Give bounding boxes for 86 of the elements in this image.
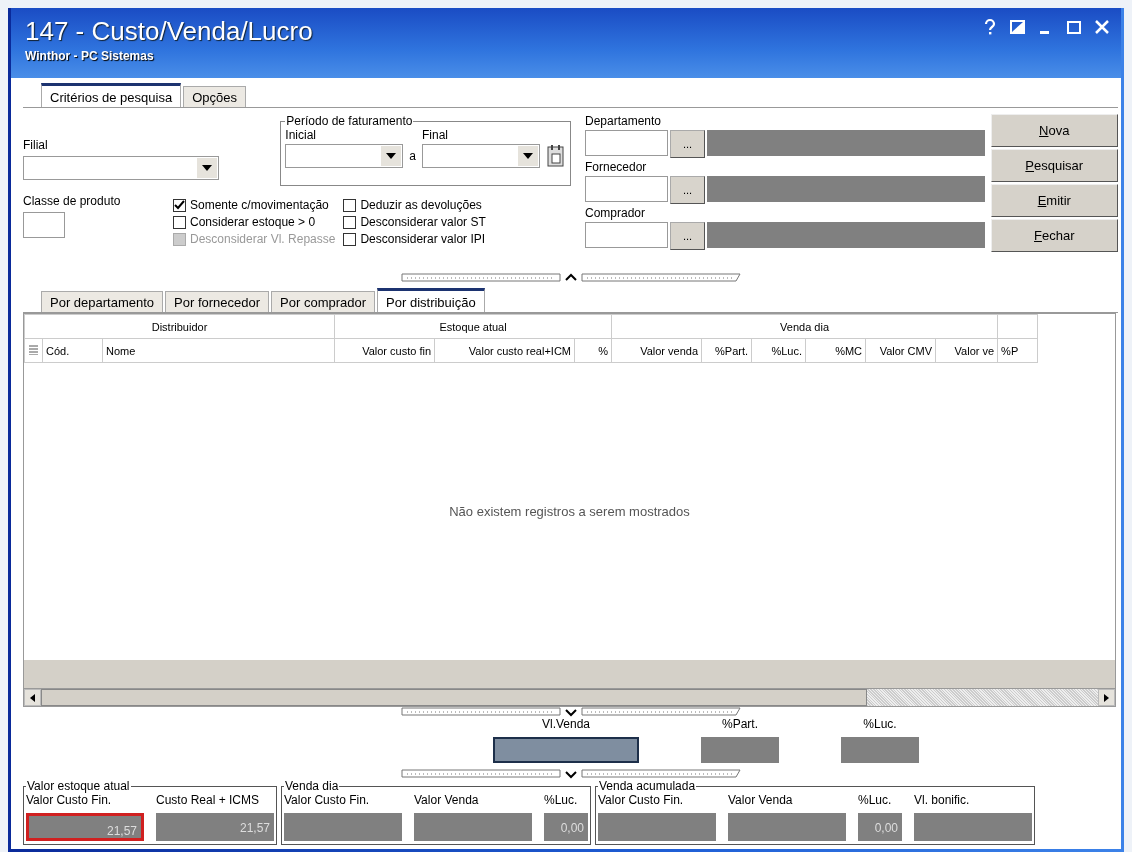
checkbox[interactable]: [343, 198, 357, 212]
restore-icon[interactable]: [1009, 18, 1027, 36]
tab[interactable]: Opções: [183, 86, 246, 107]
value-field[interactable]: [414, 813, 532, 841]
action-button[interactable]: Pesquisar: [990, 149, 1118, 182]
checkbox-option[interactable]: Somente c/movimentação: [173, 198, 336, 212]
field-label: Comprador: [585, 206, 647, 220]
date-field[interactable]: [285, 144, 404, 168]
input-field[interactable]: [23, 212, 65, 238]
column-header[interactable]: Nome: [102, 338, 335, 363]
summary-field[interactable]: [493, 737, 639, 763]
checkbox[interactable]: [343, 232, 357, 246]
column-header[interactable]: Valor custo real+ICM: [434, 338, 575, 363]
tab[interactable]: Por distribuição: [377, 288, 485, 312]
empty-message: Não existem registros a serem mostrados: [449, 504, 690, 519]
dropdown-arrow-icon: [202, 165, 212, 171]
tab[interactable]: Por departamento: [41, 291, 164, 312]
summary-label: %Part.: [722, 717, 758, 731]
checkbox[interactable]: [173, 215, 186, 229]
column-header[interactable]: Valor venda: [611, 338, 702, 363]
field-label: Final: [422, 128, 449, 142]
checkbox-option[interactable]: Deduzir as devoluções: [343, 198, 486, 212]
summary-field[interactable]: [841, 737, 919, 763]
group-header: Estoque atual: [334, 314, 612, 339]
summary-label: Vl.Venda: [541, 717, 590, 731]
field-label: Fornecedor: [585, 160, 648, 174]
field-label: Departamento: [585, 114, 663, 128]
field-label: Classe de produto: [23, 194, 122, 208]
group-header: Venda dia: [611, 314, 998, 339]
maximize-icon[interactable]: [1065, 18, 1083, 36]
calendar-icon[interactable]: [546, 144, 566, 168]
checkbox[interactable]: [173, 198, 186, 212]
field-label: %Luc.: [858, 793, 893, 807]
code-field[interactable]: [585, 222, 668, 248]
window-title: 147 - Custo/Venda/Lucro: [25, 16, 313, 47]
left-arrow-icon[interactable]: [30, 693, 35, 702]
checkbox-option[interactable]: Desconsiderar valor ST: [343, 215, 486, 229]
field-label: Valor Custo Fin.: [598, 793, 685, 807]
close-icon[interactable]: [1093, 18, 1111, 36]
code-field[interactable]: [585, 176, 668, 202]
checkbox[interactable]: [343, 215, 357, 229]
expand-splitter[interactable]: [400, 769, 741, 779]
field-label: Valor Venda: [414, 793, 480, 807]
action-button[interactable]: Nova: [990, 114, 1118, 147]
expand-splitter[interactable]: [400, 707, 741, 717]
code-field[interactable]: [585, 130, 668, 156]
summary-field[interactable]: [701, 737, 779, 763]
window-subtitle: Winthor - PC Sistemas: [25, 49, 155, 63]
tab[interactable]: Critérios de pesquisa: [41, 83, 182, 107]
tab[interactable]: Por comprador: [271, 291, 376, 312]
value-field[interactable]: [284, 813, 402, 841]
checkbox-option[interactable]: Desconsiderar valor IPI: [343, 232, 486, 246]
column-chooser-icon[interactable]: [29, 344, 38, 355]
action-button[interactable]: Fechar: [990, 219, 1118, 252]
group-title: Venda dia: [284, 779, 340, 793]
lookup-button[interactable]: ...: [670, 130, 705, 158]
summary-label: %Luc.: [863, 717, 897, 731]
field-label: Vl. bonific.: [914, 793, 971, 807]
field-label: Inicial: [285, 128, 317, 142]
value-field[interactable]: [914, 813, 1032, 841]
dropdown-arrow-icon: [386, 153, 397, 159]
lookup-button[interactable]: ...: [670, 176, 705, 204]
tab[interactable]: Por fornecedor: [165, 291, 270, 312]
value-field[interactable]: [598, 813, 716, 841]
action-button[interactable]: Emitir: [990, 184, 1118, 217]
group-title: Período de faturamento: [285, 114, 414, 128]
group-title: Valor estoque atual: [26, 779, 131, 793]
field-label: Valor Custo Fin.: [26, 793, 113, 807]
column-header[interactable]: Valor custo fin: [334, 338, 435, 363]
field-label: %Luc.: [544, 793, 579, 807]
horizontal-scrollbar[interactable]: [24, 688, 1115, 706]
value-field[interactable]: [728, 813, 846, 841]
right-arrow-icon[interactable]: [1104, 693, 1109, 702]
range-separator: a: [409, 149, 416, 165]
lookup-button[interactable]: ...: [670, 222, 705, 250]
field-label: Custo Real + ICMS: [156, 793, 261, 807]
collapse-splitter[interactable]: [400, 273, 741, 283]
field-label: Filial: [23, 138, 49, 152]
checkbox-option[interactable]: Considerar estoque > 0: [173, 215, 336, 229]
dropdown-field[interactable]: [23, 156, 219, 180]
field-label: Valor Custo Fin.: [284, 793, 371, 807]
group-title: Venda acumulada: [598, 779, 697, 793]
dropdown-arrow-icon: [523, 153, 533, 159]
group-header: Distribuidor: [24, 314, 335, 339]
date-field[interactable]: [422, 144, 540, 168]
field-label: Valor Venda: [728, 793, 794, 807]
